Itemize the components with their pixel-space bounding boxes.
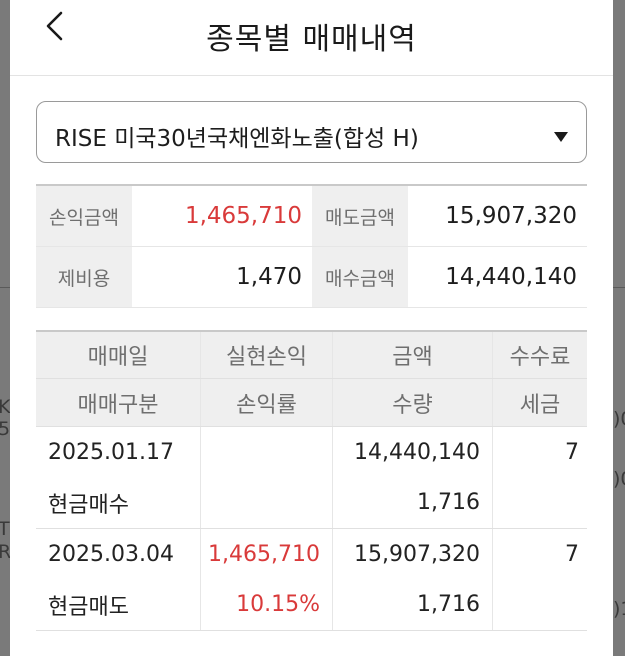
header-trade-type: 매매구분 (36, 379, 201, 426)
trade-quantity: 1,716 (333, 477, 493, 528)
profit-amount-value: 1,465,710 (184, 203, 302, 229)
table-row: 현금매수 1,716 (36, 477, 587, 528)
buy-amount-label: 매수금액 (312, 247, 408, 307)
profit-amount-label: 손익금액 (36, 186, 132, 246)
header-fee: 수수료 (509, 345, 571, 370)
stock-selector[interactable]: RISE 미국30년국채엔화노출(합성 H) (36, 101, 587, 163)
trade-amount: 15,907,320 (333, 529, 493, 579)
background-fragment: T (0, 518, 10, 540)
triangle-down-icon (554, 127, 568, 146)
table-row: 2025.03.04 1,465,710 15,907,320 7 (36, 528, 587, 579)
trade-quantity: 1,716 (333, 579, 493, 630)
cost-label: 제비용 (36, 247, 132, 307)
table-row: 2025.01.17 14,440,140 7 (36, 426, 587, 477)
sell-amount-label: 매도금액 (312, 186, 408, 246)
header-realized-profit: 실현손익 (201, 332, 333, 378)
cost-value: 1,470 (236, 264, 302, 290)
background-fragment: )1 (613, 598, 625, 620)
trade-fee: 7 (565, 439, 579, 465)
sell-amount-value: 15,907,320 (445, 203, 577, 229)
trade-date: 2025.01.17 (36, 427, 201, 477)
header-amount: 금액 (333, 332, 493, 378)
trade-history-modal: 종목별 매매내역 RISE 미국30년국채엔화노출(합성 H) 손익금액 1,4… (10, 0, 613, 656)
header-profit-rate: 손익률 (201, 379, 333, 426)
realized-profit: 1,465,710 (201, 529, 333, 579)
summary-row: 제비용 1,470 매수금액 14,440,140 (36, 247, 587, 308)
table-header-row: 매매일 실현손익 금액 수수료 (36, 332, 587, 379)
background-fragment: )0 (613, 408, 625, 430)
profit-summary-table: 손익금액 1,465,710 매도금액 15,907,320 제비용 1,470… (36, 184, 587, 308)
selected-stock-name: RISE 미국30년국채엔화노출(합성 H) (55, 126, 419, 152)
table-row: 현금매도 10.15% 1,716 (36, 579, 587, 630)
page-title: 종목별 매매내역 (206, 22, 417, 57)
table-header-row: 매매구분 손익률 수량 세금 (36, 379, 587, 426)
realized-profit (201, 427, 333, 477)
profit-rate: 10.15% (201, 579, 333, 630)
profit-rate (201, 477, 333, 528)
background-fragment: )0 (613, 468, 625, 490)
trade-type: 현금매도 (36, 579, 201, 630)
trade-date: 2025.03.04 (36, 529, 201, 579)
header-trade-date: 매매일 (36, 332, 201, 378)
modal-header: 종목별 매매내역 (10, 0, 613, 76)
trade-tax (493, 579, 587, 630)
header-quantity: 수량 (333, 379, 493, 426)
header-tax: 세금 (519, 392, 561, 418)
trade-amount: 14,440,140 (333, 427, 493, 477)
trade-tax (493, 477, 587, 528)
trade-list-table[interactable]: 매매일 실현손익 금액 수수료 매매구분 손익률 수량 세금 2025.01.1… (36, 330, 587, 631)
trade-type: 현금매수 (36, 477, 201, 528)
trade-fee: 7 (565, 541, 579, 567)
summary-row: 손익금액 1,465,710 매도금액 15,907,320 (36, 186, 587, 247)
table-bottom-divider (36, 630, 587, 631)
buy-amount-value: 14,440,140 (445, 264, 577, 290)
